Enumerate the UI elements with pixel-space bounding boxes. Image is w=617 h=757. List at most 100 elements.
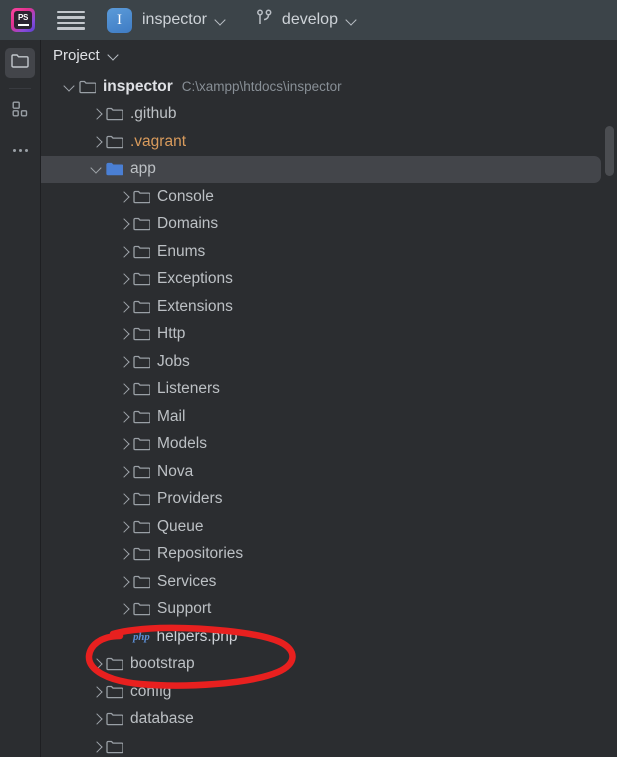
tree-row-label: Domains [157,215,219,233]
chevron-right-icon[interactable] [115,380,133,398]
folder-icon [133,492,150,506]
hamburger-menu-icon[interactable] [57,9,85,31]
tree-row[interactable]: Models [41,431,617,459]
tree-row[interactable]: Nova [41,458,617,486]
tree-row-label: database [130,710,194,728]
tree-row-label: helpers.php [156,627,238,645]
activity-bar [0,40,41,757]
folder-icon [133,190,150,204]
tree-row[interactable]: Listeners [41,376,617,404]
tree-row[interactable]: Services [41,568,617,596]
tree-row-label: bootstrap [130,655,195,673]
chevron-right-icon[interactable] [115,463,133,481]
tree-row[interactable]: Providers [41,486,617,514]
chevron-right-icon[interactable] [115,545,133,563]
tree-row[interactable]: Http [41,321,617,349]
chevron-right-icon[interactable] [88,133,106,151]
chevron-right-icon[interactable] [88,655,106,673]
chevron-down-icon[interactable] [61,78,79,96]
tree-row[interactable]: config [41,678,617,706]
chevron-right-icon[interactable] [115,573,133,591]
tree-row-label: Nova [157,462,194,480]
tree-row[interactable]: Mail [41,403,617,431]
vcs-branch-widget[interactable]: develop [256,8,357,32]
tree-row[interactable]: Enums [41,238,617,266]
tree-row-label: Providers [157,490,223,508]
folder-icon [106,657,123,671]
vertical-scrollbar[interactable] [605,126,614,176]
chevron-right-icon[interactable] [115,518,133,536]
tree-row[interactable]: inspector C:\xampp\htdocs\inspector [41,73,617,101]
phpstorm-logo-inner: PS [14,11,32,29]
tree-row[interactable]: .vagrant [41,128,617,156]
tree-row[interactable]: php helpers.php [41,623,617,651]
chevron-right-icon[interactable] [115,325,133,343]
project-badge: I [107,7,132,33]
git-branch-icon [256,8,273,32]
tree-row[interactable]: Domains [41,211,617,239]
project-tool-window: Project inspector C:\xampp\htdocs\inspect… [41,40,617,757]
tree-row-label: Repositories [157,545,244,563]
hamburger-bar [57,16,85,19]
tree-row[interactable]: app [41,155,617,184]
hamburger-bar [57,10,85,13]
chevron-right-icon[interactable] [88,683,106,701]
branch-name-label: develop [281,11,338,28]
chevron-right-icon[interactable] [88,738,106,756]
tree-row[interactable]: Exceptions [41,266,617,294]
tree-row[interactable]: Jobs [41,348,617,376]
chevron-down-icon [215,15,226,26]
chevron-right-icon[interactable] [115,408,133,426]
chevron-right-icon[interactable] [88,710,106,728]
folder-icon [106,712,123,726]
folder-icon [106,685,123,699]
chevron-down-icon [346,15,357,26]
chevron-right-icon[interactable] [115,298,133,316]
structure-blocks-icon [12,101,29,123]
folder-icon [133,547,150,561]
project-tree: inspector C:\xampp\htdocs\inspector .githu… [41,70,617,757]
chevron-right-icon[interactable] [115,490,133,508]
tree-row[interactable]: .github [41,101,617,129]
chevron-right-icon[interactable] [88,105,106,123]
tree-row[interactable]: Queue [41,513,617,541]
tree-row-label: config [130,682,172,700]
tree-row-label: Enums [157,242,206,260]
project-panel-title: Project [53,46,100,64]
tree-row-label: Console [157,187,214,205]
phpstorm-logo-icon[interactable]: PS [11,8,35,32]
sidebar-item-structure[interactable] [5,97,35,127]
chevron-right-icon[interactable] [115,243,133,261]
chevron-down-icon[interactable] [88,160,106,178]
chevron-right-icon[interactable] [115,215,133,233]
tree-row[interactable]: Console [41,183,617,211]
folder-icon [79,80,96,94]
tree-row[interactable] [41,733,617,757]
tree-row-label: Services [157,572,217,590]
tree-row-label: Http [157,325,186,343]
tree-row[interactable]: Support [41,596,617,624]
chevron-right-icon[interactable] [115,188,133,206]
folder-icon [106,107,123,121]
chevron-right-icon[interactable] [115,353,133,371]
phpstorm-window: PS I inspector develop Project inspector… [0,0,617,757]
tree-row[interactable]: database [41,706,617,734]
chevron-right-icon[interactable] [115,270,133,288]
chevron-right-icon[interactable] [115,600,133,618]
tree-row[interactable]: Extensions [41,293,617,321]
tree-row-label: Listeners [157,380,220,398]
tree-row[interactable]: bootstrap [41,651,617,679]
php-file-icon: php [133,630,150,643]
folder-icon [133,602,150,616]
tree-row[interactable]: Repositories [41,541,617,569]
folder-icon [133,382,150,396]
phpstorm-logo-bar [17,23,29,26]
project-widget[interactable]: I inspector [107,7,226,33]
tree-row-label: Exceptions [157,270,233,288]
sidebar-item-project[interactable] [5,48,35,78]
phpstorm-logo-text: PS [17,13,29,23]
sidebar-item-more[interactable] [5,135,35,165]
project-panel-header[interactable]: Project [41,40,617,70]
chevron-right-icon[interactable] [115,435,133,453]
